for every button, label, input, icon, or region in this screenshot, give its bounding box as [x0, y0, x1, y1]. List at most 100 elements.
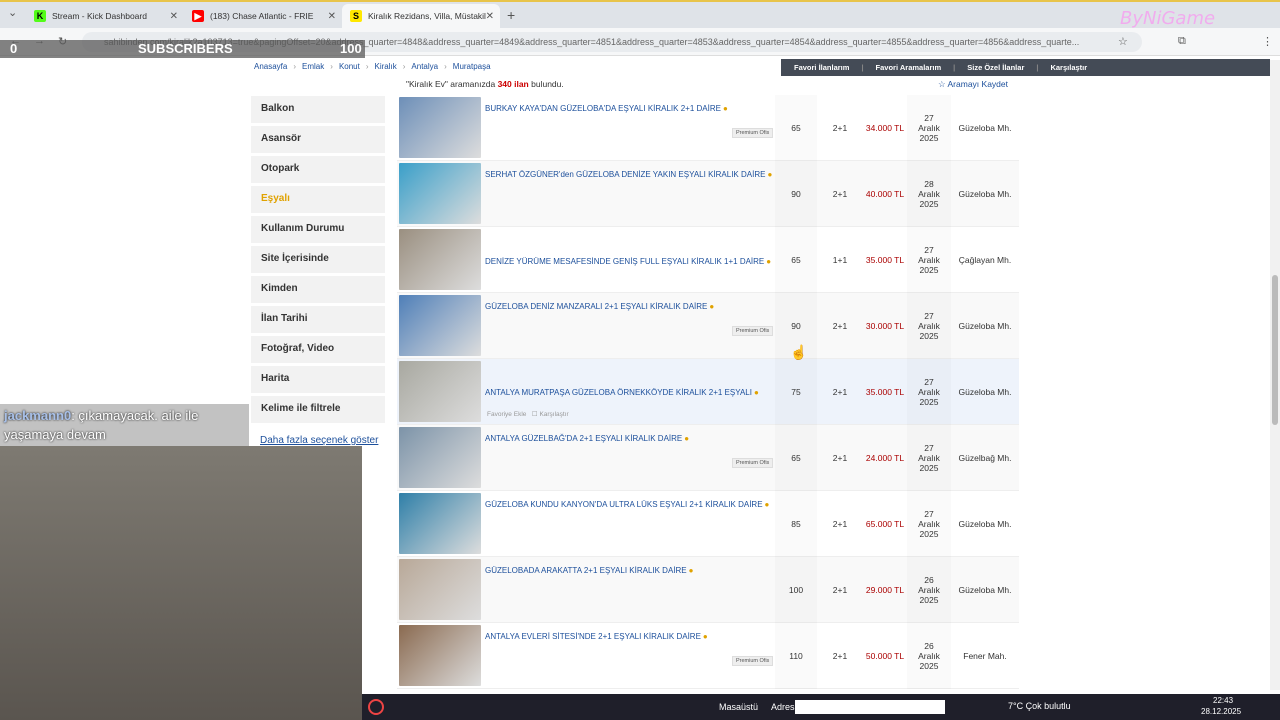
- listing-row[interactable]: ANTALYA GÜZELBAĞ'DA 2+1 EŞYALI KİRALIK D…: [397, 425, 1019, 491]
- page-scrollbar[interactable]: [1270, 60, 1280, 690]
- listing-price: 34.000 TL: [865, 123, 905, 133]
- tab-search-icon[interactable]: ⌄: [8, 6, 17, 19]
- listing-rooms: 2+1: [832, 453, 848, 463]
- listing-title-wrap[interactable]: BURKAY KAYA'DAN GÜZELOBA'DA EŞYALI KİRAL…: [485, 103, 775, 114]
- start-icon[interactable]: [368, 699, 384, 715]
- tab-sahibinden[interactable]: S Kiralık Rezidans, Villa, Müstakil ✕: [342, 4, 500, 28]
- listing-title-wrap[interactable]: GÜZELOBA DENİZ MANZARALI 2+1 EŞYALI KİRA…: [485, 301, 775, 312]
- listing-thumbnail[interactable]: [399, 295, 481, 356]
- bookmark-star-icon[interactable]: ☆: [1118, 35, 1128, 48]
- filter-balkon[interactable]: Balkon: [251, 96, 385, 126]
- listing-row[interactable]: ANTALYA MURATPAŞA GÜZELOBA ÖRNEKKÖYDE Kİ…: [397, 359, 1019, 425]
- listing-thumbnail[interactable]: [399, 427, 481, 488]
- breadcrumb-item[interactable]: Konut: [339, 62, 360, 71]
- filter-kelime[interactable]: Kelime ile filtrele: [251, 396, 385, 426]
- listing-thumbnail[interactable]: [399, 493, 481, 554]
- lightbulb-icon: ●: [684, 434, 690, 443]
- listing-thumbnail[interactable]: [399, 361, 481, 422]
- clock-time[interactable]: 22:43: [1213, 696, 1233, 705]
- listing-thumbnail[interactable]: [399, 625, 481, 686]
- save-search-button[interactable]: ☆ Aramayı Kaydet: [938, 79, 1008, 90]
- listing-m2: 90: [791, 189, 801, 199]
- listing-title-wrap[interactable]: ANTALYA MURATPAŞA GÜZELOBA ÖRNEKKÖYDE Kİ…: [485, 387, 775, 398]
- result-summary: "Kiralık Ev" aramanızda 340 ilan bulundu…: [406, 79, 564, 89]
- close-icon[interactable]: ✕: [328, 11, 336, 22]
- listing-title[interactable]: GÜZELOBA DENİZ MANZARALI 2+1 EŞYALI KİRA…: [485, 302, 707, 311]
- listing-row[interactable]: GÜZELOBADA ARAKATTA 2+1 EŞYALI KİRALIK D…: [397, 557, 1019, 623]
- filter-kimden[interactable]: Kimden: [251, 276, 385, 306]
- breadcrumb-item[interactable]: Antalya: [411, 62, 438, 71]
- listing-title-wrap[interactable]: DENİZE YÜRÜME MESAFESİNDE GENİŞ FULL EŞY…: [485, 256, 775, 267]
- taskbar-address-input[interactable]: [795, 700, 945, 714]
- filter-kullanim[interactable]: Kullanım Durumu: [251, 216, 385, 246]
- listing-thumbnail[interactable]: [399, 229, 481, 290]
- filter-ilan-tarihi[interactable]: İlan Tarihi: [251, 306, 385, 336]
- tab-youtube[interactable]: ▶ (183) Chase Atlantic - FRIE ✕: [184, 4, 342, 28]
- listing-title-wrap[interactable]: SERHAT ÖZGÜNER'den GÜZELOBA DENİZE YAKIN…: [485, 169, 775, 180]
- listing-date: 27 Aralık 2025: [918, 311, 940, 341]
- listing-thumbnail[interactable]: [399, 559, 481, 620]
- listing-row[interactable]: GÜZELOBA DENİZ MANZARALI 2+1 EŞYALI KİRA…: [397, 293, 1019, 359]
- filter-otopark[interactable]: Otopark: [251, 156, 385, 186]
- listing-row[interactable]: SERHAT ÖZGÜNER'den GÜZELOBA DENİZE YAKIN…: [397, 161, 1019, 227]
- listing-location: Güzeloba Mh.: [958, 321, 1012, 331]
- filter-asansor[interactable]: Asansör: [251, 126, 385, 156]
- listing-title[interactable]: BURKAY KAYA'DAN GÜZELOBA'DA EŞYALI KİRAL…: [485, 104, 721, 113]
- listing-title-wrap[interactable]: ANTALYA EVLERİ SİTESİ'NDE 2+1 EŞYALI KİR…: [485, 631, 775, 642]
- listing-title[interactable]: ANTALYA EVLERİ SİTESİ'NDE 2+1 EŞYALI KİR…: [485, 632, 701, 641]
- favorites-bar: Favori İlanlarım | Favori Aramalarım | Siz…: [781, 59, 1270, 76]
- clock-date[interactable]: 28.12.2025: [1201, 707, 1241, 716]
- listing-thumbnail[interactable]: [399, 163, 481, 224]
- more-options-link[interactable]: Daha fazla seçenek göster: [260, 435, 378, 446]
- filter-foto[interactable]: Fotoğraf, Video: [251, 336, 385, 366]
- desktop-label[interactable]: Masaüstü: [719, 702, 758, 712]
- listing-title-wrap[interactable]: GÜZELOBADA ARAKATTA 2+1 EŞYALI KİRALIK D…: [485, 565, 775, 576]
- listing-row[interactable]: ANTALYA EVLERİ SİTESİ'NDE 2+1 EŞYALI KİR…: [397, 623, 1019, 689]
- listing-title[interactable]: ANTALYA GÜZELBAĞ'DA 2+1 EŞYALI KİRALIK D…: [485, 434, 682, 443]
- filter-esyali[interactable]: Eşyalı: [251, 186, 385, 216]
- breadcrumb-item[interactable]: Kiralık: [375, 62, 397, 71]
- listing-title-wrap[interactable]: ANTALYA GÜZELBAĞ'DA 2+1 EŞYALI KİRALIK D…: [485, 433, 775, 444]
- compare-checkbox-label[interactable]: Karşılaştır: [539, 411, 568, 418]
- filter-site[interactable]: Site İçerisinde: [251, 246, 385, 276]
- listing-title[interactable]: ANTALYA MURATPAŞA GÜZELOBA ÖRNEKKÖYDE Kİ…: [485, 388, 752, 397]
- listing-title[interactable]: SERHAT ÖZGÜNER'den GÜZELOBA DENİZE YAKIN…: [485, 170, 765, 179]
- new-tab-icon[interactable]: +: [507, 7, 515, 23]
- filter-harita[interactable]: Harita: [251, 366, 385, 396]
- breadcrumb-item[interactable]: Emlak: [302, 62, 324, 71]
- listing-price: 40.000 TL: [865, 189, 905, 199]
- lightbulb-icon: ●: [767, 170, 773, 179]
- extensions-icon[interactable]: ⧉: [1178, 35, 1186, 48]
- close-icon[interactable]: ✕: [486, 11, 494, 22]
- listing-m2: 65: [791, 123, 801, 133]
- listing-row[interactable]: GÜZELOBA KUNDU KANYON'DA ULTRA LÜKS EŞYA…: [397, 491, 1019, 557]
- premium-badge: Premium Ofis: [732, 326, 774, 336]
- menu-icon[interactable]: ⋮: [1262, 35, 1273, 48]
- fav-listings-link[interactable]: Favori İlanlarım: [794, 63, 849, 72]
- chat-user: jackmann0: [4, 408, 72, 423]
- weather-text[interactable]: 7°C Çok bulutlu: [1008, 701, 1071, 711]
- listing-title-wrap[interactable]: GÜZELOBA KUNDU KANYON'DA ULTRA LÜKS EŞYA…: [485, 499, 775, 510]
- listing-date: 27 Aralık 2025: [918, 377, 940, 407]
- close-icon[interactable]: ✕: [170, 11, 178, 22]
- listing-row[interactable]: BURKAY KAYA'DAN GÜZELOBA'DA EŞYALI KİRAL…: [397, 95, 1019, 161]
- add-favorite-link[interactable]: Favoriye Ekle: [487, 411, 526, 418]
- listing-location: Güzeloba Mh.: [958, 387, 1012, 397]
- listing-price: 65.000 TL: [865, 519, 905, 529]
- breadcrumb: Anasayfa › Emlak › Konut › Kiralık › Antalya…: [254, 62, 491, 71]
- listing-m2: 85: [791, 519, 801, 529]
- listing-row[interactable]: DENİZE YÜRÜME MESAFESİNDE GENİŞ FULL EŞY…: [397, 227, 1019, 293]
- listing-date: 27 Aralık 2025: [918, 443, 940, 473]
- kick-icon: K: [34, 10, 46, 22]
- listing-title[interactable]: GÜZELOBADA ARAKATTA 2+1 EŞYALI KİRALIK D…: [485, 566, 687, 575]
- special-listings-link[interactable]: Size Özel İlanlar: [967, 63, 1024, 72]
- breadcrumb-item[interactable]: Muratpaşa: [453, 62, 491, 71]
- breadcrumb-item[interactable]: Anasayfa: [254, 62, 287, 71]
- fav-searches-link[interactable]: Favori Aramalarım: [876, 63, 942, 72]
- listing-thumbnail[interactable]: [399, 97, 481, 158]
- lightbulb-icon: ●: [764, 500, 770, 509]
- listing-title[interactable]: DENİZE YÜRÜME MESAFESİNDE GENİŞ FULL EŞY…: [485, 257, 764, 266]
- compare-link[interactable]: Karşılaştır: [1050, 63, 1087, 72]
- listing-title[interactable]: GÜZELOBA KUNDU KANYON'DA ULTRA LÜKS EŞYA…: [485, 500, 763, 509]
- tab-kick[interactable]: K Stream - Kick Dashboard ✕: [26, 4, 184, 28]
